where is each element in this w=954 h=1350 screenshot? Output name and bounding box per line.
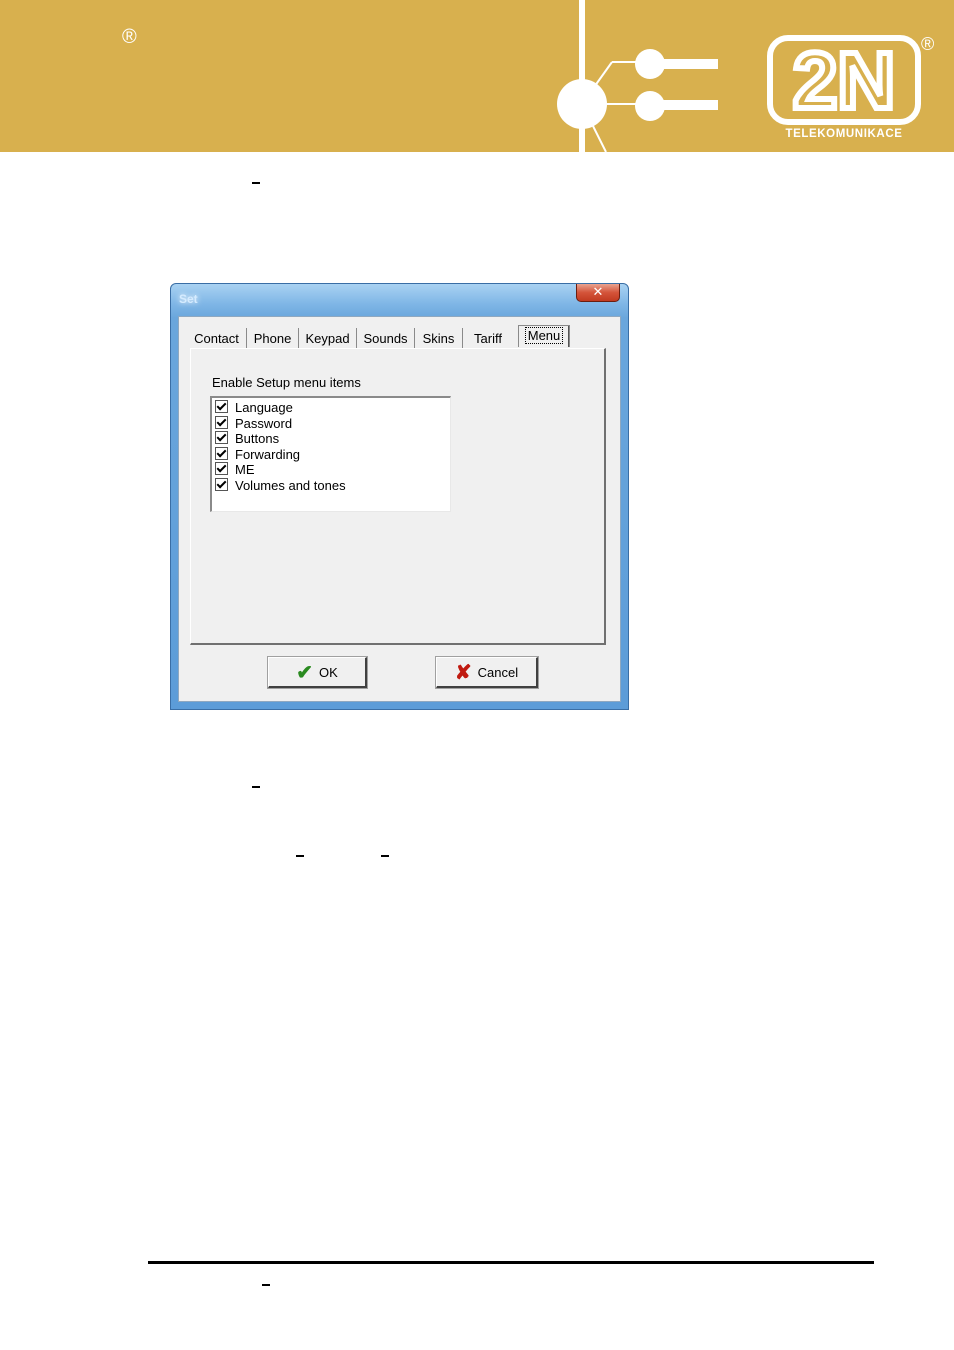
footer-rule — [148, 1261, 874, 1264]
doc-mark — [296, 855, 304, 857]
header-banner: ® 2N ® TELEKOMUNIKACE — [0, 0, 954, 152]
group-label: Enable Setup menu items — [212, 375, 361, 390]
doc-mark — [381, 855, 389, 857]
checkbox-checked-icon[interactable] — [215, 431, 228, 444]
setup-menu-items-list[interactable]: Language Password Buttons Forwarding ME … — [210, 396, 451, 512]
checkbox-checked-icon[interactable] — [215, 462, 228, 475]
tab-skins[interactable]: Skins — [415, 328, 463, 350]
tab-phone[interactable]: Phone — [247, 328, 299, 350]
doc-mark — [252, 182, 260, 184]
checkbox-checked-icon[interactable] — [215, 415, 228, 429]
list-item[interactable]: Password — [215, 415, 292, 431]
logo-subtitle: TELEKOMUNIKACE — [785, 128, 903, 140]
tab-contact[interactable]: Contact — [187, 328, 247, 350]
close-button[interactable]: ✕ — [576, 284, 620, 302]
list-item[interactable]: Buttons — [215, 431, 279, 446]
tab-tariff[interactable]: Tariff — [463, 328, 513, 350]
checkbox-checked-icon[interactable] — [215, 446, 228, 460]
checkbox-checked-icon[interactable] — [215, 400, 228, 413]
tab-keypad[interactable]: Keypad — [299, 328, 357, 350]
set-dialog-window: Set ✕ Contact Phone Keypad Sounds Skins … — [170, 283, 629, 710]
logo-registered-mark: ® — [921, 34, 935, 54]
ok-button[interactable]: ✔ OK — [267, 656, 368, 689]
list-item[interactable]: Forwarding — [215, 446, 300, 462]
menu-tab-panel: Enable Setup menu items Language Passwor… — [190, 348, 606, 645]
dialog-client-area: Contact Phone Keypad Sounds Skins Tariff… — [178, 316, 621, 702]
doc-mark — [252, 786, 260, 788]
tab-sounds[interactable]: Sounds — [357, 328, 415, 350]
window-title: Set — [179, 292, 198, 306]
close-icon: ✕ — [592, 285, 604, 300]
list-item[interactable]: ME — [215, 462, 255, 477]
list-item[interactable]: Volumes and tones — [215, 477, 346, 493]
tab-menu[interactable]: Menu — [518, 325, 570, 347]
doc-mark — [262, 1284, 270, 1286]
cancel-button[interactable]: ✘ Cancel — [435, 656, 539, 689]
x-icon: ✘ — [454, 661, 472, 684]
logo-text: 2N — [793, 36, 895, 125]
list-item[interactable]: Language — [215, 400, 293, 415]
check-icon: ✔ — [296, 661, 313, 684]
checkbox-checked-icon[interactable] — [215, 477, 228, 491]
